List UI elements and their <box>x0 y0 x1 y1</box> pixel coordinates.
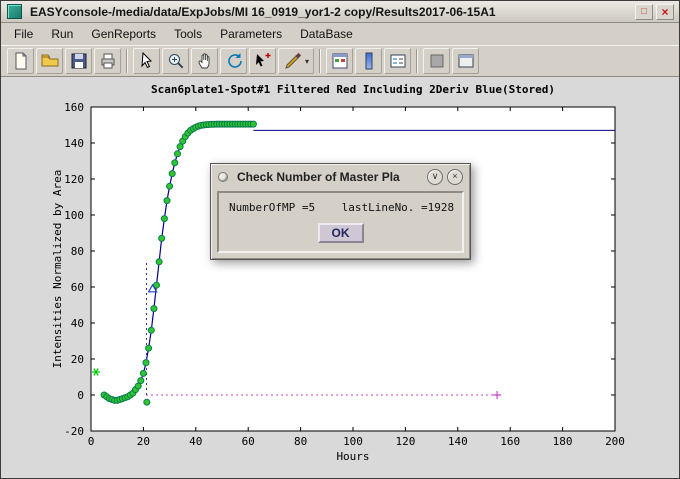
property-editor-icon <box>456 51 476 71</box>
maximize-icon: □ <box>641 7 647 17</box>
svg-text:0: 0 <box>77 389 84 402</box>
zoom-in-button[interactable] <box>162 48 189 74</box>
ok-button[interactable]: OK <box>318 223 364 243</box>
open-folder-icon <box>40 51 60 71</box>
close-icon: × <box>661 6 668 18</box>
menu-bar: File Run GenReports Tools Parameters Dat… <box>1 23 679 45</box>
close-button[interactable]: × <box>656 4 674 20</box>
menu-file[interactable]: File <box>5 25 42 43</box>
zoom-in-icon <box>166 51 186 71</box>
dialog-message: NumberOfMP =5 lastLineNo. =1928 <box>229 201 452 214</box>
svg-text:100: 100 <box>64 209 84 222</box>
svg-text:120: 120 <box>395 435 415 448</box>
dialog-title: Check Number of Master Pla <box>237 170 423 184</box>
svg-text:180: 180 <box>553 435 573 448</box>
pan-button[interactable] <box>191 48 218 74</box>
svg-text:160: 160 <box>64 101 84 114</box>
new-file-button[interactable] <box>7 48 34 74</box>
figure-palette-button[interactable] <box>326 48 353 74</box>
toolbar-separator <box>319 49 321 73</box>
toolbar: ▾ <box>1 45 679 77</box>
svg-text:140: 140 <box>448 435 468 448</box>
rotate-3d-icon <box>224 51 244 71</box>
svg-text:20: 20 <box>137 435 150 448</box>
print-button[interactable] <box>94 48 121 74</box>
chart: 0 20 40 60 80 100 120 140 160 180 200 -20 0 20 40 60 80 1… <box>1 77 679 478</box>
svg-text:Intensities Normalized by Area: Intensities Normalized by Area <box>51 170 64 369</box>
rotate-button[interactable] <box>220 48 247 74</box>
dialog-panel: NumberOfMP =5 lastLineNo. =1928 OK <box>217 191 464 253</box>
svg-text:40: 40 <box>71 317 84 330</box>
new-file-icon <box>11 51 31 71</box>
menu-genreports[interactable]: GenReports <box>82 25 165 43</box>
save-button[interactable] <box>65 48 92 74</box>
toolbar-separator <box>126 49 128 73</box>
edit-plot-button[interactable] <box>133 48 160 74</box>
legend-icon <box>388 51 408 71</box>
maximize-button[interactable]: □ <box>635 4 653 20</box>
plot-browser-icon <box>427 51 447 71</box>
colorbar-icon <box>359 51 379 71</box>
svg-text:80: 80 <box>294 435 307 448</box>
save-icon <box>69 51 89 71</box>
svg-text:120: 120 <box>64 173 84 186</box>
svg-text:200: 200 <box>605 435 625 448</box>
pan-hand-icon <box>195 51 215 71</box>
dialog-title-bar[interactable]: Check Number of Master Pla ∨ × <box>211 164 470 189</box>
dialog-check-number: Check Number of Master Pla ∨ × NumberOfM… <box>210 163 471 260</box>
brush-button[interactable]: ▾ <box>278 48 314 74</box>
property-editor-button[interactable] <box>452 48 479 74</box>
window-controls: □ × <box>635 4 674 20</box>
svg-text:60: 60 <box>242 435 255 448</box>
menu-run[interactable]: Run <box>42 25 82 43</box>
edit-plot-arrow-icon <box>137 51 157 71</box>
menu-database[interactable]: DataBase <box>291 25 362 43</box>
toolbar-separator <box>416 49 418 73</box>
print-icon <box>98 51 118 71</box>
menu-parameters[interactable]: Parameters <box>211 25 291 43</box>
figure-palette-icon <box>330 51 350 71</box>
data-cursor-button[interactable] <box>249 48 276 74</box>
svg-text:0: 0 <box>88 435 95 448</box>
colorbar-button[interactable] <box>355 48 382 74</box>
data-cursor-icon <box>253 51 273 71</box>
window-title: EASYconsole-/media/data/ExpJobs/MI 16_09… <box>30 5 635 19</box>
dialog-collapse-button[interactable]: ∨ <box>427 169 443 185</box>
app-icon <box>7 4 22 19</box>
svg-text:60: 60 <box>71 281 84 294</box>
app-window: EASYconsole-/media/data/ExpJobs/MI 16_09… <box>0 0 680 479</box>
title-bar[interactable]: EASYconsole-/media/data/ExpJobs/MI 16_09… <box>1 1 679 23</box>
legend-button[interactable] <box>384 48 411 74</box>
svg-text:40: 40 <box>189 435 202 448</box>
open-button[interactable] <box>36 48 63 74</box>
svg-text:Hours: Hours <box>336 450 369 463</box>
figure-area: 0 20 40 60 80 100 120 140 160 180 200 -20 0 20 40 60 80 1… <box>1 77 679 478</box>
svg-text:20: 20 <box>71 353 84 366</box>
close-icon: × <box>452 172 457 181</box>
dialog-close-button[interactable]: × <box>447 169 463 185</box>
svg-text:Scan6plate1-Spot#1 Filtered Re: Scan6plate1-Spot#1 Filtered Red Includin… <box>151 83 555 96</box>
svg-text:-20: -20 <box>64 425 84 438</box>
dialog-icon <box>218 172 228 182</box>
svg-text:160: 160 <box>500 435 520 448</box>
dropdown-arrow-icon: ▾ <box>305 57 309 66</box>
brush-icon <box>283 51 303 71</box>
chevron-down-icon: ∨ <box>432 172 439 181</box>
svg-text:80: 80 <box>71 245 84 258</box>
plot-browser-button[interactable] <box>423 48 450 74</box>
svg-text:140: 140 <box>64 137 84 150</box>
svg-text:100: 100 <box>343 435 363 448</box>
menu-tools[interactable]: Tools <box>165 25 211 43</box>
